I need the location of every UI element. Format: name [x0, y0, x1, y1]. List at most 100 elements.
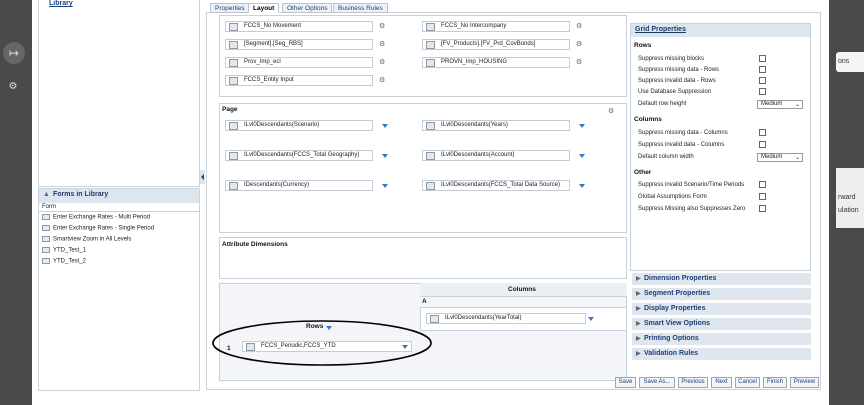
- dropdown-arrow-icon[interactable]: [382, 184, 388, 188]
- previous-button[interactable]: Previous: [678, 377, 708, 388]
- default-column-width-select[interactable]: Medium ⌄: [757, 153, 803, 162]
- member-selector-icon[interactable]: [426, 59, 435, 67]
- gear-icon[interactable]: ⚙: [379, 58, 385, 66]
- grid-columns-label: Columns: [634, 116, 662, 123]
- suppress-invalid-rows-checkbox[interactable]: [759, 77, 766, 84]
- page-dimension[interactable]: ILvl0Descendants(Scenario): [225, 120, 373, 131]
- gear-icon[interactable]: ⚙: [379, 22, 385, 30]
- grid-properties-header: Grid Properties: [631, 24, 810, 37]
- forms-library-header: ▲ Forms in Library: [39, 189, 199, 203]
- member-selector-icon[interactable]: [426, 182, 435, 190]
- accordion-smart-view-options[interactable]: ▶ Smart View Options: [632, 317, 811, 330]
- pov-dimension[interactable]: [Segment].[Seg_RBS]: [225, 39, 373, 50]
- use-database-suppression-checkbox[interactable]: [759, 88, 766, 95]
- dropdown-arrow-icon[interactable]: [588, 317, 594, 321]
- page-dimension[interactable]: ILvl0Descendants(Account): [422, 150, 570, 161]
- dropdown-arrow-icon[interactable]: [579, 184, 585, 188]
- dropdown-arrow-icon[interactable]: [579, 124, 585, 128]
- column-dimension[interactable]: ILvl0Descendants(YearTotal): [426, 313, 586, 324]
- pov-dimension[interactable]: FCCS_No Movement: [225, 21, 373, 32]
- member-selector-icon[interactable]: [229, 41, 238, 49]
- expand-icon: ▶: [636, 321, 641, 327]
- gear-icon[interactable]: ⚙: [576, 58, 582, 66]
- forms-column-header: Form: [39, 203, 199, 212]
- accordion-validation-rules[interactable]: ▶ Validation Rules: [632, 347, 811, 360]
- pov-dimension[interactable]: FCCS_No Intercompany: [422, 21, 570, 32]
- page-label: Page: [222, 106, 238, 113]
- right-strip-ons[interactable]: ons: [836, 52, 864, 72]
- settings-icon[interactable]: ⚙: [6, 80, 20, 94]
- expand-icon: ▶: [636, 291, 641, 297]
- grid-option-label: Suppress missing data - Rows: [638, 67, 720, 73]
- tab-properties[interactable]: Properties: [210, 3, 250, 13]
- pov-dimension[interactable]: FCCS_Entity Input: [225, 75, 373, 86]
- chevron-down-icon: ⌄: [794, 155, 800, 161]
- gear-icon[interactable]: ⚙: [379, 76, 385, 84]
- suppress-missing-columns-checkbox[interactable]: [759, 129, 766, 136]
- tab-business-rules[interactable]: Business Rules: [333, 3, 388, 13]
- gear-icon[interactable]: ⚙: [608, 107, 614, 115]
- save-button[interactable]: Save: [615, 377, 636, 388]
- preview-button[interactable]: Preview: [790, 377, 819, 388]
- member-selector-icon[interactable]: [229, 77, 238, 85]
- member-selector-icon[interactable]: [229, 182, 238, 190]
- suppress-invalid-columns-checkbox[interactable]: [759, 141, 766, 148]
- next-button[interactable]: Next: [711, 377, 732, 388]
- library-form-item[interactable]: YTD_Test_2: [42, 258, 86, 265]
- library-form-item[interactable]: Smartview Zoom in All Levels: [42, 236, 131, 243]
- page-dimension[interactable]: ILvl0Descendants(FCCS_Total Data Source): [422, 180, 570, 191]
- grid-option-label: Suppress invalid data - Columns: [638, 142, 725, 148]
- library-link[interactable]: Library: [49, 0, 73, 7]
- grid-option-label: Suppress missing blocks: [638, 56, 705, 62]
- form-icon: [42, 247, 50, 253]
- page-dimension[interactable]: IDescendants(Currency): [225, 180, 373, 191]
- dropdown-arrow-icon[interactable]: [382, 124, 388, 128]
- navigate-icon[interactable]: ↦: [3, 42, 25, 64]
- right-strip-panel: rward ulation: [836, 168, 864, 228]
- dropdown-arrow-icon[interactable]: [382, 154, 388, 158]
- member-selector-icon[interactable]: [229, 23, 238, 31]
- form-icon: [42, 236, 50, 242]
- suppress-missing-rows-checkbox[interactable]: [759, 66, 766, 73]
- global-assumptions-form-checkbox[interactable]: [759, 193, 766, 200]
- member-selector-icon[interactable]: [426, 23, 435, 31]
- pov-dimension[interactable]: Prov_Imp_ecl: [225, 57, 373, 68]
- library-form-item[interactable]: YTD_Test_1: [42, 247, 86, 254]
- form-icon: [42, 225, 50, 231]
- dropdown-arrow-icon[interactable]: [579, 154, 585, 158]
- library-form-item[interactable]: Enter Exchange Rates - Multi Period: [42, 214, 150, 221]
- pov-dimension[interactable]: PROVN_Imp_HOUSING: [422, 57, 570, 68]
- tab-layout[interactable]: Layout: [248, 3, 280, 13]
- member-selector-icon[interactable]: [426, 122, 435, 130]
- accordion-segment-properties[interactable]: ▶ Segment Properties: [632, 287, 811, 300]
- gear-icon[interactable]: ⚙: [576, 40, 582, 48]
- grid-option-label: Use Database Suppression: [638, 89, 712, 95]
- collapse-icon[interactable]: ▲: [43, 191, 50, 198]
- member-selector-icon[interactable]: [229, 59, 238, 67]
- suppress-missing-blocks-checkbox[interactable]: [759, 55, 766, 62]
- member-selector-icon[interactable]: [426, 152, 435, 160]
- panel-collapse-handle[interactable]: [200, 170, 205, 184]
- accordion-display-properties[interactable]: ▶ Display Properties: [632, 302, 811, 315]
- suppress-invalid-scenario-checkbox[interactable]: [759, 181, 766, 188]
- finish-button[interactable]: Finish: [763, 377, 787, 388]
- save-as-button[interactable]: Save As...: [639, 377, 675, 388]
- accordion-dimension-properties[interactable]: ▶ Dimension Properties: [632, 272, 811, 285]
- page-dimension[interactable]: ILvl0Descendants(FCCS_Total Geography): [225, 150, 373, 161]
- page-dimension[interactable]: ILvl0Descendants(Years): [422, 120, 570, 131]
- pov-dimension[interactable]: [FV_Products].[FV_Prd_CovBonds]: [422, 39, 570, 50]
- form-icon: [42, 214, 50, 220]
- cancel-button[interactable]: Cancel: [735, 377, 760, 388]
- tab-other-options[interactable]: Other Options: [282, 3, 333, 13]
- gear-icon[interactable]: ⚙: [379, 40, 385, 48]
- expand-icon: ▶: [636, 336, 641, 342]
- member-selector-icon[interactable]: [426, 41, 435, 49]
- accordion-printing-options[interactable]: ▶ Printing Options: [632, 332, 811, 345]
- suppress-missing-zero-checkbox[interactable]: [759, 205, 766, 212]
- member-selector-icon[interactable]: [229, 152, 238, 160]
- member-selector-icon[interactable]: [229, 122, 238, 130]
- default-row-height-select[interactable]: Medium ⌄: [757, 100, 803, 109]
- gear-icon[interactable]: ⚙: [576, 22, 582, 30]
- expand-icon: ▶: [636, 351, 641, 357]
- library-form-item[interactable]: Enter Exchange Rates - Single Period: [42, 225, 154, 232]
